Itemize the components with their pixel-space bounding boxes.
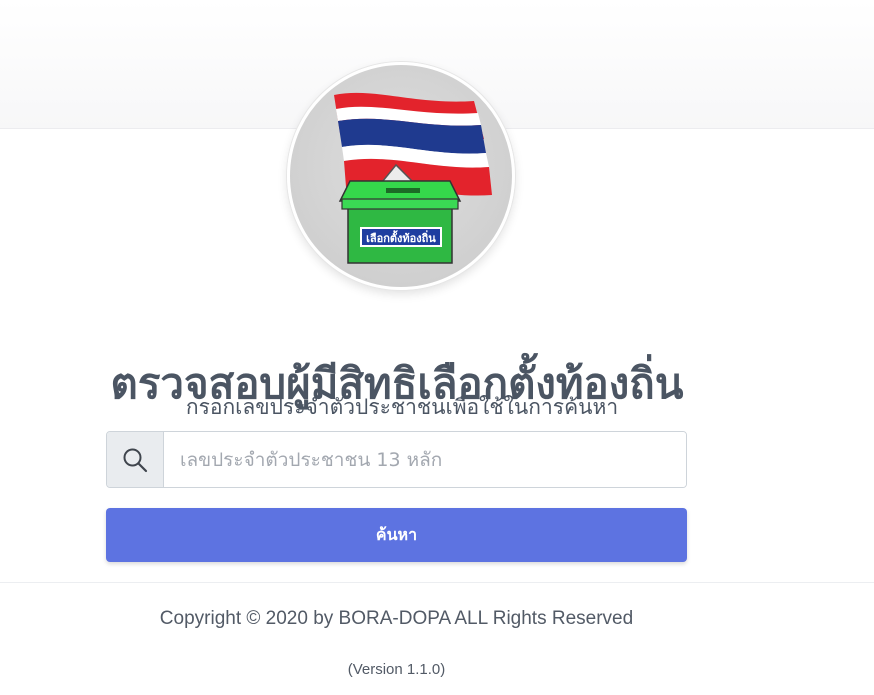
page-subtitle: กรอกเลขประจำตัวประชาชนเพื่อใช้ในการค้นหา: [185, 395, 619, 419]
thai-flag-ballot-box-icon: [334, 92, 492, 264]
copyright-text: Copyright © 2020 by BORA-DOPA ALL Rights…: [159, 608, 634, 629]
footer-divider: [0, 582, 874, 583]
logo: เลือกตั้งท้องถิ่น: [287, 62, 515, 290]
ballot-box-label: เลือกตั้งท้องถิ่น: [360, 227, 442, 247]
citizen-id-input[interactable]: [164, 432, 686, 487]
search-icon: [123, 448, 148, 472]
search-addon: [107, 432, 164, 487]
search-button[interactable]: ค้นหา: [106, 508, 687, 562]
page: เลือกตั้งท้องถิ่น ตรวจสอบผู้มีสิทธิเลือก…: [0, 0, 874, 695]
version-text: (Version 1.1.0): [347, 661, 446, 678]
search-group: [106, 431, 687, 488]
